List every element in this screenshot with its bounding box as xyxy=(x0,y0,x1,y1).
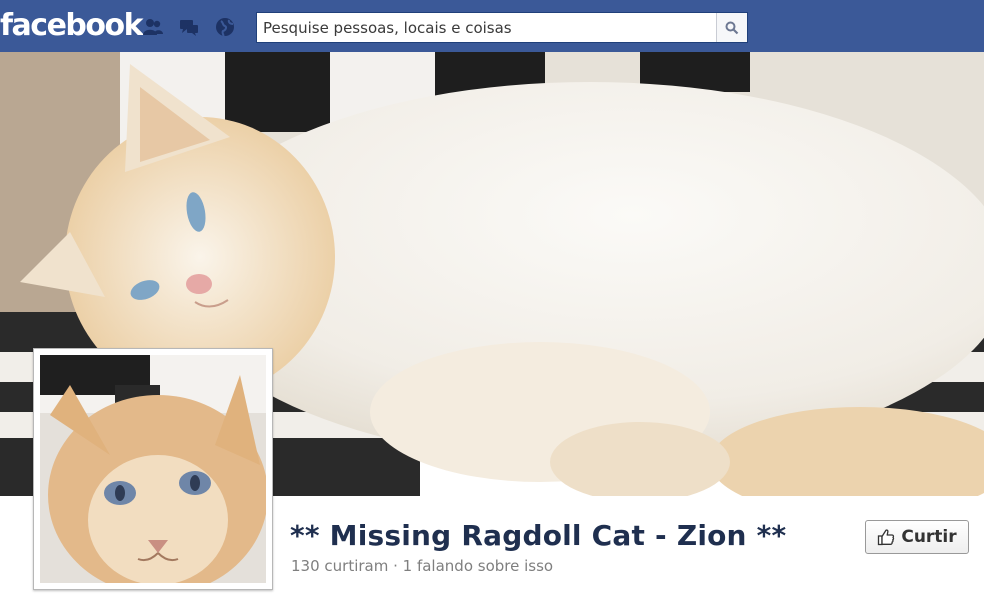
thumbs-up-icon xyxy=(878,529,895,546)
search-icon xyxy=(725,21,739,34)
like-button[interactable]: Curtir xyxy=(865,520,969,554)
messages-icon[interactable] xyxy=(178,16,200,38)
page-title[interactable]: ** Missing Ragdoll Cat - Zion ** xyxy=(290,519,786,552)
search-input[interactable] xyxy=(257,13,717,42)
like-button-label: Curtir xyxy=(901,527,957,547)
facebook-logo[interactable]: facebook xyxy=(0,6,144,46)
profile-picture[interactable] xyxy=(33,348,273,590)
top-navigation-bar: facebook xyxy=(0,0,984,52)
profile-photo xyxy=(40,355,266,583)
notifications-globe-icon[interactable] xyxy=(214,16,236,38)
search-box xyxy=(256,12,748,43)
search-button[interactable] xyxy=(716,13,747,42)
page-stats: 130 curtiram · 1 falando sobre isso xyxy=(291,557,554,575)
friend-requests-icon[interactable] xyxy=(142,16,164,38)
